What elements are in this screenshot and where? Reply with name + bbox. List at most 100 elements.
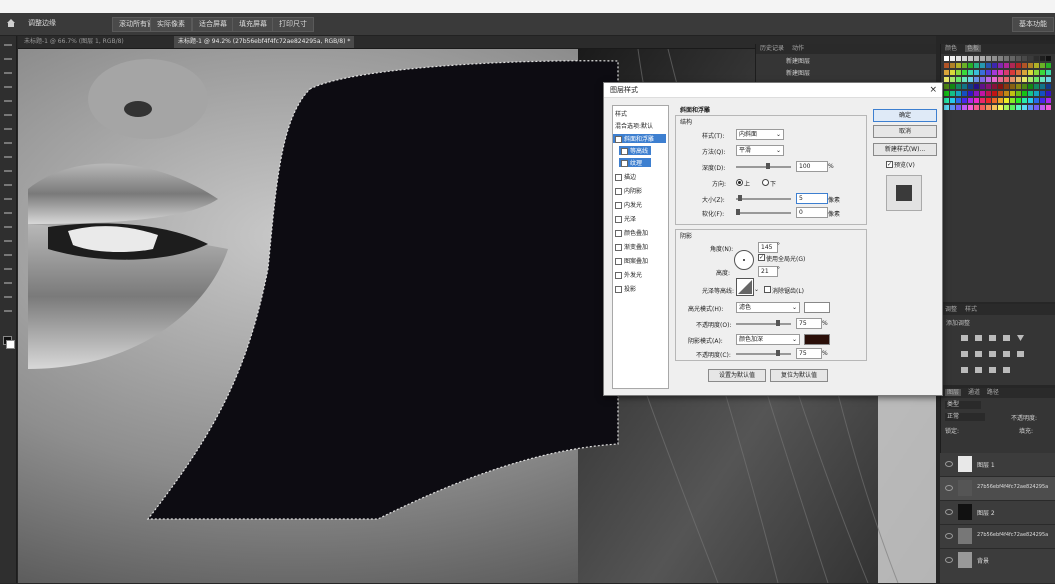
color-swatch[interactable] bbox=[992, 98, 997, 103]
tab-swatches[interactable]: 色板 bbox=[964, 45, 981, 52]
color-swatch[interactable] bbox=[944, 84, 949, 89]
preview-checkbox[interactable]: ✓ bbox=[886, 161, 893, 168]
color-swatch[interactable] bbox=[998, 98, 1003, 103]
color-swatch[interactable] bbox=[944, 91, 949, 96]
depth-input[interactable]: 100 bbox=[796, 161, 828, 172]
color-swatch[interactable] bbox=[1022, 105, 1027, 110]
color-swatch[interactable] bbox=[1046, 105, 1051, 110]
adjustment-icons-row-3[interactable] bbox=[961, 365, 1041, 375]
tab-document-1[interactable]: 未标题-1 @ 66.7% (图层 1, RGB/8) bbox=[20, 36, 128, 48]
color-swatch[interactable] bbox=[986, 84, 991, 89]
highlight-color-swatch[interactable] bbox=[804, 302, 830, 313]
color-swatch[interactable] bbox=[956, 98, 961, 103]
color-swatch[interactable] bbox=[992, 70, 997, 75]
color-swatch[interactable] bbox=[980, 84, 985, 89]
color-swatch[interactable] bbox=[1028, 77, 1033, 82]
size-slider[interactable] bbox=[736, 198, 791, 200]
eraser-tool-icon[interactable] bbox=[4, 184, 12, 186]
color-swatch[interactable] bbox=[980, 98, 985, 103]
highlight-opacity-knob[interactable] bbox=[776, 320, 780, 326]
dodge-tool-icon[interactable] bbox=[4, 226, 12, 228]
color-swatch[interactable] bbox=[1046, 77, 1051, 82]
angle-input[interactable]: 145 bbox=[758, 242, 778, 253]
color-swatch[interactable] bbox=[1028, 70, 1033, 75]
color-swatch[interactable] bbox=[1004, 91, 1009, 96]
color-swatch[interactable] bbox=[998, 91, 1003, 96]
angle-dial[interactable] bbox=[734, 250, 754, 270]
color-swatch[interactable] bbox=[1034, 70, 1039, 75]
ok-button[interactable]: 确定 bbox=[873, 109, 937, 122]
depth-slider[interactable] bbox=[736, 166, 791, 168]
color-swatch[interactable] bbox=[1028, 91, 1033, 96]
color-swatch[interactable] bbox=[956, 77, 961, 82]
workspace-switcher[interactable]: 基本功能 bbox=[1012, 17, 1054, 32]
actual-pixels-button[interactable]: 实际像素 bbox=[150, 17, 192, 32]
color-swatch[interactable] bbox=[944, 56, 949, 61]
color-swatch[interactable] bbox=[1028, 84, 1033, 89]
layer-row[interactable]: 图层 2 bbox=[940, 501, 1055, 525]
quick-select-tool-icon[interactable] bbox=[4, 86, 12, 88]
color-swatch[interactable] bbox=[1016, 105, 1021, 110]
checkbox-icon[interactable] bbox=[615, 286, 622, 293]
size-slider-knob[interactable] bbox=[738, 195, 742, 201]
type-tool-icon[interactable] bbox=[4, 254, 12, 256]
color-swatch[interactable] bbox=[1028, 105, 1033, 110]
shape-tool-icon[interactable] bbox=[4, 282, 12, 284]
tab-layers[interactable]: 图层 bbox=[945, 389, 962, 396]
color-swatch[interactable] bbox=[998, 105, 1003, 110]
color-swatch[interactable] bbox=[956, 91, 961, 96]
print-size-button[interactable]: 打印尺寸 bbox=[272, 17, 314, 32]
color-swatch[interactable] bbox=[980, 56, 985, 61]
shadow-opacity-knob[interactable] bbox=[776, 350, 780, 356]
color-swatch[interactable] bbox=[1034, 91, 1039, 96]
color-swatch[interactable] bbox=[1046, 98, 1051, 103]
checkbox-icon[interactable] bbox=[615, 258, 622, 265]
swatch-grid[interactable] bbox=[944, 56, 1054, 116]
checkbox-icon[interactable] bbox=[621, 160, 628, 167]
style-satin[interactable]: 光泽 bbox=[615, 214, 636, 223]
color-swatch[interactable] bbox=[980, 105, 985, 110]
checkbox-icon[interactable] bbox=[621, 148, 628, 155]
color-swatch[interactable] bbox=[956, 105, 961, 110]
highlight-mode-select[interactable]: 滤色 ⌄ bbox=[736, 302, 800, 313]
color-swatch[interactable] bbox=[1016, 98, 1021, 103]
color-swatch[interactable] bbox=[1034, 105, 1039, 110]
adjustment-icons-row-2[interactable] bbox=[961, 349, 1041, 359]
color-swatch[interactable] bbox=[956, 56, 961, 61]
crop-tool-icon[interactable] bbox=[4, 100, 12, 102]
color-swatch[interactable] bbox=[950, 105, 955, 110]
checkbox-icon[interactable] bbox=[615, 202, 622, 209]
color-swatch[interactable] bbox=[1010, 98, 1015, 103]
color-swatch[interactable] bbox=[1016, 56, 1021, 61]
color-swatch[interactable] bbox=[986, 91, 991, 96]
checkbox-icon[interactable] bbox=[615, 216, 622, 223]
layer-row[interactable]: 图层 1 bbox=[940, 453, 1055, 477]
brush-tool-icon[interactable] bbox=[4, 142, 12, 144]
eyedropper-tool-icon[interactable] bbox=[4, 114, 12, 116]
visibility-eye-icon[interactable] bbox=[945, 461, 953, 467]
blending-options-item[interactable]: 混合选项:默认 bbox=[615, 121, 653, 130]
adjustment-icons-row-1[interactable] bbox=[961, 333, 1041, 343]
color-swatch[interactable] bbox=[968, 70, 973, 75]
path-select-icon[interactable] bbox=[4, 268, 12, 270]
color-swatch[interactable] bbox=[962, 98, 967, 103]
color-swatch[interactable] bbox=[992, 105, 997, 110]
color-swatch[interactable] bbox=[1040, 91, 1045, 96]
gradient-tool-icon[interactable] bbox=[4, 198, 12, 200]
color-swatch[interactable] bbox=[1010, 84, 1015, 89]
color-swatch[interactable] bbox=[950, 77, 955, 82]
color-swatch[interactable] bbox=[1034, 77, 1039, 82]
color-swatch[interactable] bbox=[944, 105, 949, 110]
shadow-opacity-slider[interactable] bbox=[736, 353, 791, 355]
style-gradient-overlay[interactable]: 渐变叠加 bbox=[615, 242, 648, 251]
visibility-eye-icon[interactable] bbox=[945, 557, 953, 563]
color-swatch[interactable] bbox=[968, 91, 973, 96]
color-swatch[interactable] bbox=[1046, 63, 1051, 68]
visibility-eye-icon[interactable] bbox=[945, 485, 953, 491]
history-brush-icon[interactable] bbox=[4, 170, 12, 172]
global-light-checkbox[interactable]: ✓ bbox=[758, 254, 765, 261]
checkbox-icon[interactable] bbox=[615, 136, 622, 143]
color-swatch[interactable] bbox=[1004, 63, 1009, 68]
color-swatch[interactable] bbox=[1040, 63, 1045, 68]
color-swatch[interactable] bbox=[968, 56, 973, 61]
